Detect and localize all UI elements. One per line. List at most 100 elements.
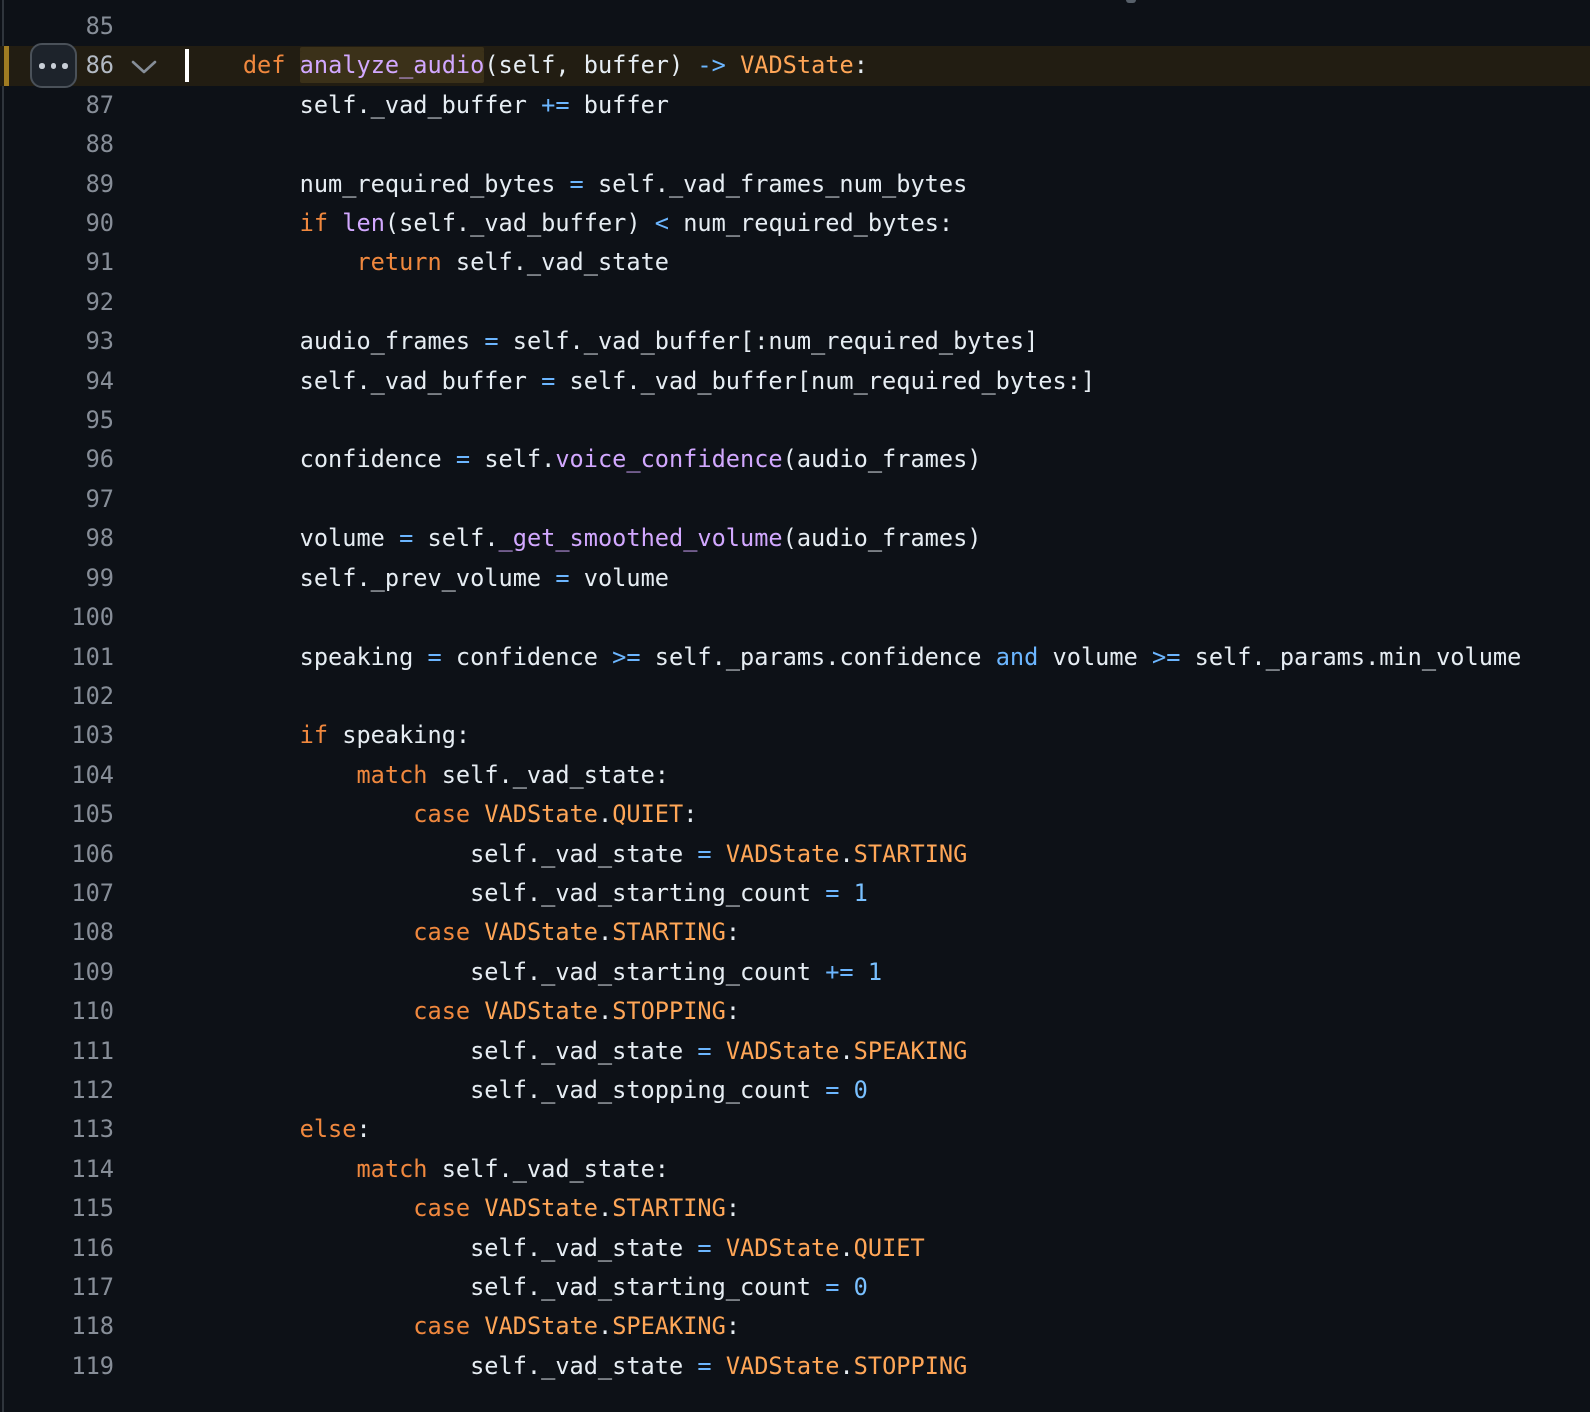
line-number[interactable]: 115 — [0, 1189, 114, 1228]
highlighted-symbol: analyze_audio — [300, 51, 485, 79]
line-number[interactable]: 116 — [0, 1229, 114, 1268]
code-line-row: 89 num_required_bytes = self._vad_frames… — [0, 165, 1590, 204]
line-number[interactable]: 113 — [0, 1110, 114, 1149]
line-number[interactable]: 99 — [0, 559, 114, 598]
code-line-row: 117 self._vad_starting_count = 0 — [0, 1268, 1590, 1307]
code-line[interactable]: case VADState.STARTING: — [186, 1189, 740, 1228]
code-line-row: 112 self._vad_stopping_count = 0 — [0, 1071, 1590, 1110]
line-number[interactable]: 96 — [0, 440, 114, 479]
line-number[interactable]: 97 — [0, 480, 114, 519]
code-line-row: 90 if len(self._vad_buffer) < num_requir… — [0, 204, 1590, 243]
line-number[interactable]: 88 — [0, 125, 114, 164]
line-number[interactable]: 110 — [0, 992, 114, 1031]
code-line[interactable]: self._vad_buffer += buffer — [186, 86, 669, 125]
code-line-row: 119 self._vad_state = VADState.STOPPING — [0, 1347, 1590, 1386]
code-line[interactable]: case VADState.STOPPING: — [186, 992, 740, 1031]
code-line-row: 99 self._prev_volume = volume — [0, 559, 1590, 598]
code-line-row: 105 case VADState.QUIET: — [0, 795, 1590, 834]
code-line[interactable]: self._vad_stopping_count = 0 — [186, 1071, 868, 1110]
line-number[interactable]: 98 — [0, 519, 114, 558]
code-line[interactable]: return self._vad_state — [186, 243, 669, 282]
code-editor: 8586 def analyze_audio(self, buffer) -> … — [0, 0, 1590, 1412]
code-line[interactable]: self._vad_starting_count = 1 — [186, 874, 868, 913]
line-number[interactable]: 112 — [0, 1071, 114, 1110]
line-number[interactable]: 109 — [0, 953, 114, 992]
code-line-row: 113 else: — [0, 1110, 1590, 1149]
line-number[interactable]: 101 — [0, 638, 114, 677]
line-number[interactable]: 114 — [0, 1150, 114, 1189]
line-number[interactable]: 92 — [0, 283, 114, 322]
code-line-row: 111 self._vad_state = VADState.SPEAKING — [0, 1032, 1590, 1071]
code-line-row: 93 audio_frames = self._vad_buffer[:num_… — [0, 322, 1590, 361]
code-line-row: 100 — [0, 598, 1590, 637]
code-line-row: 116 self._vad_state = VADState.QUIET — [0, 1229, 1590, 1268]
line-number[interactable]: 108 — [0, 913, 114, 952]
line-number[interactable]: 86 — [0, 46, 114, 85]
code-line[interactable]: audio_frames = self._vad_buffer[:num_req… — [186, 322, 1038, 361]
code-line-row: 102 — [0, 677, 1590, 716]
code-line-row: 103 if speaking: — [0, 716, 1590, 755]
code-line[interactable]: self._vad_state = VADState.SPEAKING — [186, 1032, 967, 1071]
code-line-row: 114 match self._vad_state: — [0, 1150, 1590, 1189]
code-line[interactable]: confidence = self.voice_confidence(audio… — [186, 440, 982, 479]
code-line[interactable]: self._vad_state = VADState.STOPPING — [186, 1347, 967, 1386]
code-line[interactable]: case VADState.QUIET: — [186, 795, 697, 834]
line-number[interactable]: 95 — [0, 401, 114, 440]
code-line[interactable]: self._vad_starting_count = 0 — [186, 1268, 868, 1307]
code-line[interactable]: else: — [186, 1110, 371, 1149]
code-line-row: 97 — [0, 480, 1590, 519]
line-number[interactable]: 107 — [0, 874, 114, 913]
code-line-row: 95 — [0, 401, 1590, 440]
line-number[interactable]: 119 — [0, 1347, 114, 1386]
line-number[interactable]: 103 — [0, 716, 114, 755]
code-line-row: 92 — [0, 283, 1590, 322]
code-line[interactable]: self._vad_state = VADState.STARTING — [186, 835, 967, 874]
line-number[interactable]: 105 — [0, 795, 114, 834]
code-line-row: 98 volume = self._get_smoothed_volume(au… — [0, 519, 1590, 558]
code-line[interactable]: self._vad_state = VADState.QUIET — [186, 1229, 925, 1268]
code-line-row: 94 self._vad_buffer = self._vad_buffer[n… — [0, 362, 1590, 401]
line-number[interactable]: 118 — [0, 1307, 114, 1346]
line-number[interactable]: 111 — [0, 1032, 114, 1071]
line-number[interactable]: 117 — [0, 1268, 114, 1307]
code-line[interactable]: if len(self._vad_buffer) < num_required_… — [186, 204, 953, 243]
code-line-row: 106 self._vad_state = VADState.STARTING — [0, 835, 1590, 874]
code-line-row: 87 self._vad_buffer += buffer — [0, 86, 1590, 125]
code-line-row: 107 self._vad_starting_count = 1 — [0, 874, 1590, 913]
code-line[interactable]: self._vad_starting_count += 1 — [186, 953, 882, 992]
code-line[interactable]: self._vad_buffer = self._vad_buffer[num_… — [186, 362, 1095, 401]
line-number[interactable]: 106 — [0, 835, 114, 874]
code-line-row: 109 self._vad_starting_count += 1 — [0, 953, 1590, 992]
line-number[interactable]: 104 — [0, 756, 114, 795]
line-number[interactable]: 87 — [0, 86, 114, 125]
code-line-row: 88 — [0, 125, 1590, 164]
code-line-row: 115 case VADState.STARTING: — [0, 1189, 1590, 1228]
code-line-row: 101 speaking = confidence >= self._param… — [0, 638, 1590, 677]
line-number[interactable]: 93 — [0, 322, 114, 361]
code-line-row: 108 case VADState.STARTING: — [0, 913, 1590, 952]
line-number[interactable]: 102 — [0, 677, 114, 716]
code-line[interactable]: speaking = confidence >= self._params.co… — [186, 638, 1521, 677]
code-line-row: 96 confidence = self.voice_confidence(au… — [0, 440, 1590, 479]
code-line[interactable]: match self._vad_state: — [186, 1150, 669, 1189]
line-number[interactable]: 85 — [0, 7, 114, 46]
line-number[interactable]: 91 — [0, 243, 114, 282]
code-line[interactable]: num_required_bytes = self._vad_frames_nu… — [186, 165, 967, 204]
line-number[interactable]: 94 — [0, 362, 114, 401]
chevron-down-icon[interactable] — [130, 54, 158, 78]
scrollbar-remnant — [1126, 0, 1136, 3]
code-rows: 8586 def analyze_audio(self, buffer) -> … — [0, 7, 1590, 1386]
code-line-row: 104 match self._vad_state: — [0, 756, 1590, 795]
code-line[interactable]: match self._vad_state: — [186, 756, 669, 795]
code-line-row: 91 return self._vad_state — [0, 243, 1590, 282]
line-number[interactable]: 90 — [0, 204, 114, 243]
code-line[interactable]: if speaking: — [186, 716, 470, 755]
line-number[interactable]: 89 — [0, 165, 114, 204]
code-line[interactable]: self._prev_volume = volume — [186, 559, 669, 598]
line-number[interactable]: 100 — [0, 598, 114, 637]
code-line[interactable]: case VADState.STARTING: — [186, 913, 740, 952]
code-line[interactable]: volume = self._get_smoothed_volume(audio… — [186, 519, 982, 558]
code-line[interactable]: case VADState.SPEAKING: — [186, 1307, 740, 1346]
code-line-row: 118 case VADState.SPEAKING: — [0, 1307, 1590, 1346]
code-line[interactable]: def analyze_audio(self, buffer) -> VADSt… — [186, 46, 868, 85]
